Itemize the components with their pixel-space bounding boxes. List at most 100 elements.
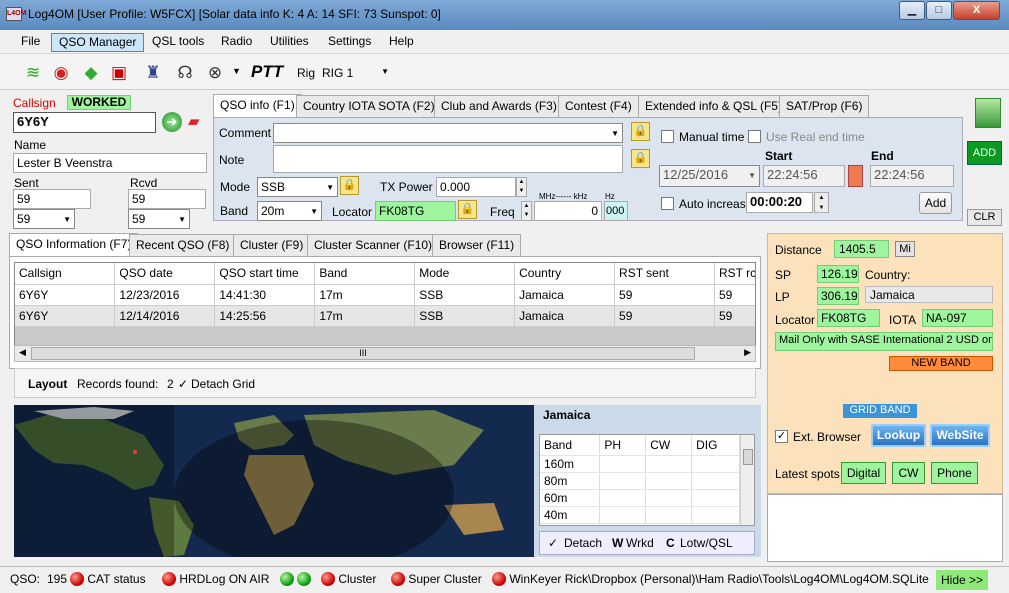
spots-cw-button[interactable]: CW bbox=[892, 462, 925, 484]
tab-cluster-scanner[interactable]: Cluster Scanner (F10) bbox=[307, 234, 440, 256]
manual-time-checkbox[interactable] bbox=[661, 130, 674, 143]
rst-rcvd-input[interactable]: 59 bbox=[128, 189, 206, 209]
band-select[interactable]: 20m bbox=[257, 201, 322, 221]
rst-sent-select[interactable]: 59 bbox=[13, 209, 75, 229]
spots-digital-button[interactable]: Digital bbox=[841, 462, 886, 484]
detach-grid-button[interactable]: Detach Grid bbox=[191, 377, 255, 391]
headset-icon[interactable]: ☊ bbox=[174, 62, 196, 84]
comment-lock-icon[interactable]: 🔒 bbox=[631, 122, 650, 141]
tab-qso-info[interactable]: QSO info (F1) bbox=[213, 94, 302, 117]
lookup-button[interactable]: Lookup bbox=[871, 424, 926, 447]
freq-spinner[interactable]: ▲ ▼ bbox=[521, 201, 532, 221]
menu-utilities[interactable]: Utilities bbox=[263, 33, 316, 52]
auto-increase-checkbox[interactable] bbox=[661, 197, 674, 210]
callsign-input[interactable]: 6Y6Y bbox=[13, 112, 156, 133]
scroll-left-icon[interactable]: ◀ bbox=[19, 347, 26, 358]
tab-recent-qso[interactable]: Recent QSO (F8) bbox=[129, 234, 237, 256]
col-qso-start-time[interactable]: QSO start time bbox=[214, 263, 316, 285]
tab-extended-info[interactable]: Extended info & QSL (F5) bbox=[638, 95, 789, 117]
winkeyer-item[interactable]: WinKeyer Rick\Dropbox (Personal)\Ham Rad… bbox=[492, 572, 929, 586]
comment-input[interactable] bbox=[273, 123, 623, 143]
minimize-button[interactable]: ▁ bbox=[899, 1, 925, 20]
col-country[interactable]: Country bbox=[514, 263, 616, 285]
log-book-icon[interactable] bbox=[975, 98, 1001, 128]
spots-phone-button[interactable]: Phone bbox=[931, 462, 978, 484]
layout-label[interactable]: Layout bbox=[28, 377, 67, 391]
hide-button[interactable]: Hide >> bbox=[936, 570, 988, 590]
antenna-icon[interactable]: ♜ bbox=[142, 62, 164, 84]
col-qso-date[interactable]: QSO date bbox=[114, 263, 216, 285]
auto-increase-input[interactable]: 00:00:20 bbox=[746, 192, 813, 213]
tab-browser[interactable]: Browser (F11) bbox=[432, 234, 522, 256]
tab-country-iota[interactable]: Country IOTA SOTA (F2) bbox=[296, 95, 442, 117]
book-icon[interactable]: ◆ bbox=[80, 62, 102, 84]
tab-cluster[interactable]: Cluster (F9) bbox=[233, 234, 311, 256]
maximize-button[interactable]: □ bbox=[926, 1, 952, 20]
rig-select[interactable]: RIG 1 ▼ bbox=[319, 62, 393, 84]
col-band[interactable]: Band bbox=[314, 263, 416, 285]
satellite-dropdown-icon[interactable]: ▼ bbox=[232, 66, 241, 76]
note-lock-icon[interactable]: 🔒 bbox=[631, 149, 650, 168]
end-time-input[interactable]: 22:24:56 bbox=[870, 165, 954, 187]
tab-qso-information[interactable]: QSO Information (F7) bbox=[9, 233, 139, 256]
col-rst-rcvd[interactable]: RST rc bbox=[714, 263, 755, 285]
document-icon[interactable]: ▣ bbox=[108, 62, 130, 84]
col-mode[interactable]: Mode bbox=[414, 263, 516, 285]
locator-input[interactable]: FK08TG bbox=[375, 201, 456, 221]
table-row[interactable]: 6Y6Y 12/14/2016 14:25:56 17m SSB Jamaica… bbox=[15, 305, 755, 327]
hrdlog-item[interactable]: HRDLog ON AIR bbox=[162, 572, 269, 586]
tab-sat-prop[interactable]: SAT/Prop (F6) bbox=[779, 95, 870, 117]
scroll-thumb[interactable]: III bbox=[31, 347, 695, 360]
menu-qso-manager[interactable]: QSO Manager bbox=[51, 33, 145, 52]
clear-button[interactable]: CLR bbox=[967, 209, 1002, 226]
col-rst-sent[interactable]: RST sent bbox=[614, 263, 715, 285]
rst-rcvd-select[interactable]: 59 bbox=[128, 209, 190, 229]
spots-list[interactable] bbox=[767, 494, 1003, 562]
tab-contest[interactable]: Contest (F4) bbox=[558, 95, 639, 117]
table-row[interactable]: 6Y6Y 12/23/2016 14:41:30 17m SSB Jamaica… bbox=[15, 284, 755, 306]
add-time-button[interactable]: Add bbox=[919, 192, 952, 214]
band-scroll-thumb[interactable] bbox=[743, 449, 753, 465]
band-table-scrollbar[interactable] bbox=[740, 435, 754, 525]
start-time-marker[interactable] bbox=[848, 165, 863, 187]
freq-input[interactable]: 0 bbox=[534, 201, 602, 221]
use-real-end-checkbox[interactable] bbox=[748, 130, 761, 143]
distance-unit-button[interactable]: Mi bbox=[895, 241, 915, 257]
close-button[interactable]: X bbox=[953, 1, 1000, 20]
hz-input[interactable]: 000 bbox=[604, 201, 628, 221]
date-picker[interactable]: 12/25/2016 bbox=[659, 165, 760, 187]
ptt-button[interactable]: PTT bbox=[251, 62, 283, 82]
txpower-input[interactable]: 0.000 bbox=[436, 177, 516, 197]
eraser-icon[interactable]: ▰ bbox=[188, 112, 206, 130]
detach-grid-icon[interactable]: ✓ bbox=[178, 377, 188, 391]
start-time-input[interactable]: 22:24:56 bbox=[763, 165, 845, 187]
globe-icon[interactable]: ◉ bbox=[50, 62, 72, 84]
cat-status-item[interactable]: CAT status bbox=[70, 572, 146, 586]
website-button[interactable]: WebSite bbox=[930, 424, 990, 447]
cluster-item[interactable]: Cluster bbox=[321, 572, 376, 586]
tab-club-awards[interactable]: Club and Awards (F3) bbox=[434, 95, 564, 117]
name-input[interactable]: Lester B Veenstra bbox=[13, 153, 207, 173]
detach-band-button[interactable]: Detach bbox=[564, 536, 602, 550]
rst-sent-input[interactable]: 59 bbox=[13, 189, 91, 209]
lookup-go-icon[interactable]: ➔ bbox=[162, 112, 182, 132]
menu-radio[interactable]: Radio bbox=[214, 33, 259, 52]
super-cluster-item[interactable]: Super Cluster bbox=[391, 572, 482, 586]
add-qso-button[interactable]: ADD bbox=[967, 141, 1002, 165]
txpower-spinner[interactable]: ▲ ▼ bbox=[516, 177, 527, 197]
mode-lock-icon[interactable]: 🔒 bbox=[340, 176, 359, 195]
menu-settings[interactable]: Settings bbox=[321, 33, 378, 52]
note-input[interactable] bbox=[273, 145, 623, 173]
world-map[interactable] bbox=[14, 405, 534, 557]
detach-icon[interactable]: ✓ bbox=[548, 536, 558, 550]
auto-increase-spinner[interactable]: ▲ ▼ bbox=[814, 192, 829, 213]
menu-file[interactable]: File bbox=[14, 33, 47, 52]
menu-help[interactable]: Help bbox=[382, 33, 421, 52]
ext-browser-checkbox[interactable]: ✓ bbox=[775, 430, 788, 443]
satellite-icon[interactable]: ⊗ bbox=[204, 62, 226, 84]
scroll-right-icon[interactable]: ▶ bbox=[744, 347, 751, 358]
menu-qsl-tools[interactable]: QSL tools bbox=[145, 33, 211, 52]
locator-lock-icon[interactable]: 🔒 bbox=[458, 200, 477, 219]
grid-horizontal-scrollbar[interactable]: ◀ III ▶ bbox=[14, 345, 756, 362]
col-callsign[interactable]: Callsign bbox=[15, 263, 116, 285]
